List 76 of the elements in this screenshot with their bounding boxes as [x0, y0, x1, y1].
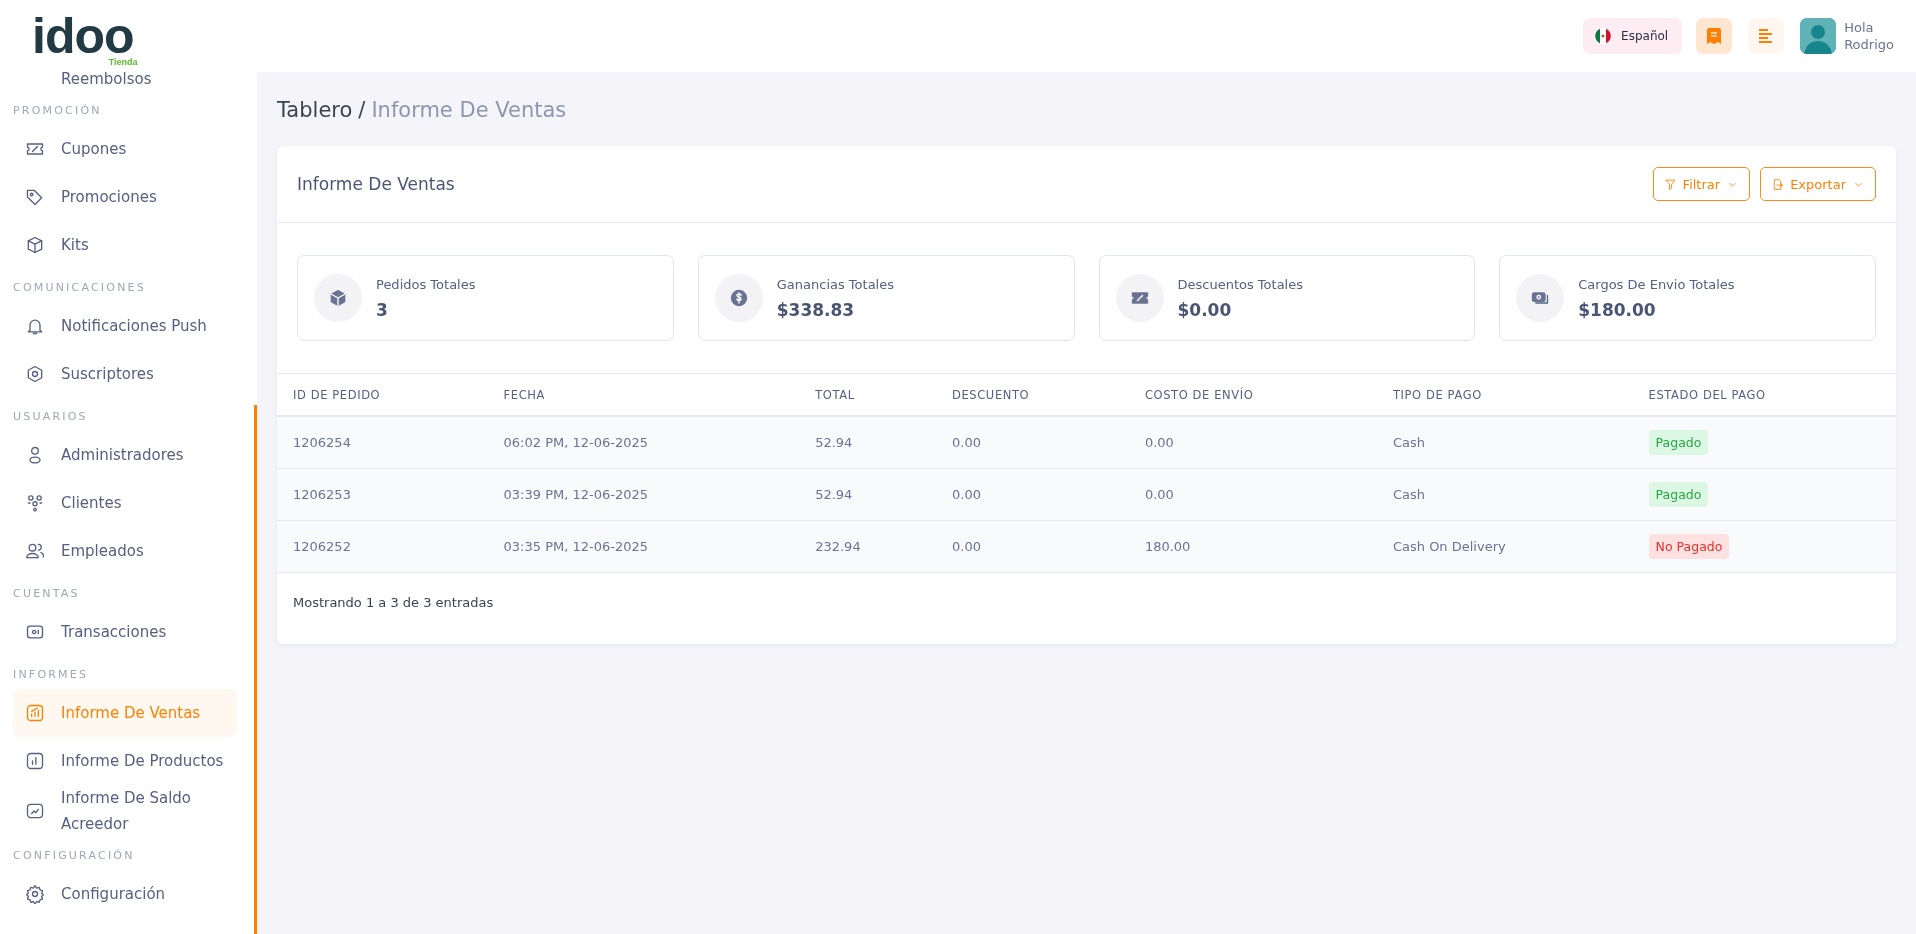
sidebar-item[interactable]: Clientes	[13, 479, 237, 527]
table-cell: 0.00	[1128, 416, 1377, 469]
table-cell: 0.00	[936, 416, 1129, 469]
stat-value: 3	[376, 299, 389, 320]
menu-button[interactable]	[1748, 18, 1785, 54]
sidebar-heading: COMUNICACIONES	[13, 280, 147, 296]
table-cell: 1206254	[277, 416, 488, 469]
breadcrumb-separator: /	[358, 98, 366, 122]
table-cell: Cash On Delivery	[1376, 520, 1633, 573]
sidebar-item[interactable]: Administradores	[13, 431, 237, 479]
user-name: Rodrigo	[1844, 36, 1894, 53]
table-cell: 03:39 PM, 12-06-2025	[487, 468, 800, 521]
flag-icon	[1595, 28, 1612, 44]
sidebar-item[interactable]: Kits	[13, 221, 237, 269]
avatar-silhouette[interactable]	[1800, 18, 1837, 54]
table-cell: 1206252	[277, 520, 488, 573]
table-cell: Cash	[1376, 416, 1633, 469]
language-button[interactable]: Español	[1583, 18, 1683, 54]
table-cell: 52.94	[799, 416, 936, 469]
trend-icon	[25, 801, 45, 821]
box-icon	[25, 235, 45, 255]
breadcrumb-link[interactable]: Tablero	[277, 98, 353, 122]
card-title: Informe De Ventas	[297, 174, 456, 194]
receipt-icon	[1707, 28, 1722, 44]
stat-label: Cargos De Envio Totales	[1578, 276, 1735, 292]
gear-icon	[25, 884, 45, 904]
sidebar-item[interactable]: Empleados	[13, 527, 237, 575]
stat-label: Ganancias Totales	[776, 276, 894, 292]
sidebar-item[interactable]: Suscriptores	[13, 350, 237, 398]
stat-value: $0.00	[1177, 299, 1233, 320]
greeting-text: Hola	[1844, 19, 1875, 36]
stat-label: Descuentos Totales	[1177, 276, 1303, 292]
table-cell: 52.94	[799, 468, 936, 521]
breadcrumb-current: Informe De Ventas	[371, 98, 567, 122]
tag-icon	[25, 187, 45, 207]
status-badge: Pagado	[1648, 482, 1709, 507]
sidebar-item[interactable]: Informe De Saldo Acreedor	[13, 785, 237, 837]
table-cell: 0.00	[936, 520, 1129, 573]
stat-label: Pedidos Totales	[376, 276, 476, 292]
stat-value: $180.00	[1578, 299, 1657, 320]
table-cell: 03:35 PM, 12-06-2025	[487, 520, 800, 573]
sidebar-heading: USUARIOS	[13, 409, 89, 425]
sidebar-heading: CUENTAS	[13, 586, 81, 602]
sidebar-item[interactable]: Transacciones	[13, 608, 237, 656]
table-cell: 1206253	[277, 468, 488, 521]
filter-icon	[1663, 177, 1677, 191]
scrollbar-thumb[interactable]	[254, 405, 257, 934]
receipt-button[interactable]	[1696, 18, 1733, 54]
sidebar-heading: PROMOCIÓN	[13, 103, 103, 119]
menu-icon	[1759, 28, 1774, 44]
cube-icon	[328, 288, 348, 308]
sidebar-heading: INFORMES	[13, 667, 90, 683]
sidebar-item[interactable]: Cupones	[13, 125, 237, 173]
sidebar-item[interactable]: Notificaciones Push	[13, 302, 237, 350]
table-cell: 0.00	[1128, 468, 1377, 521]
table-cell: 180.00	[1128, 520, 1377, 573]
table-cell: Cash	[1376, 468, 1633, 521]
table-cell: 0.00	[936, 468, 1129, 521]
pagination-info: Mostrando 1 a 3 de 3 entradas	[292, 594, 495, 612]
status-badge: Pagado	[1648, 430, 1709, 455]
hexagon-icon	[25, 364, 45, 384]
people-icon	[25, 541, 45, 561]
table-cell: 232.94	[799, 520, 936, 573]
people-icon	[25, 493, 45, 513]
bar-chart-icon	[25, 751, 45, 771]
chart-icon	[25, 703, 45, 723]
sidebar-item[interactable]: Informe De Productos	[13, 737, 237, 785]
stat-value: $338.83	[776, 299, 856, 320]
file-export-icon	[1771, 177, 1785, 191]
status-badge: No Pagado	[1648, 534, 1730, 559]
sidebar-item[interactable]: Reembolsos	[13, 72, 237, 92]
sidebar-heading: CONFIGURACIÓN	[13, 848, 136, 864]
dollar-icon	[728, 288, 749, 308]
sidebar-item[interactable]: Configuración	[13, 870, 237, 918]
table-cell: 06:02 PM, 12-06-2025	[487, 416, 800, 469]
sidebar-item[interactable]: Promociones	[13, 173, 237, 221]
